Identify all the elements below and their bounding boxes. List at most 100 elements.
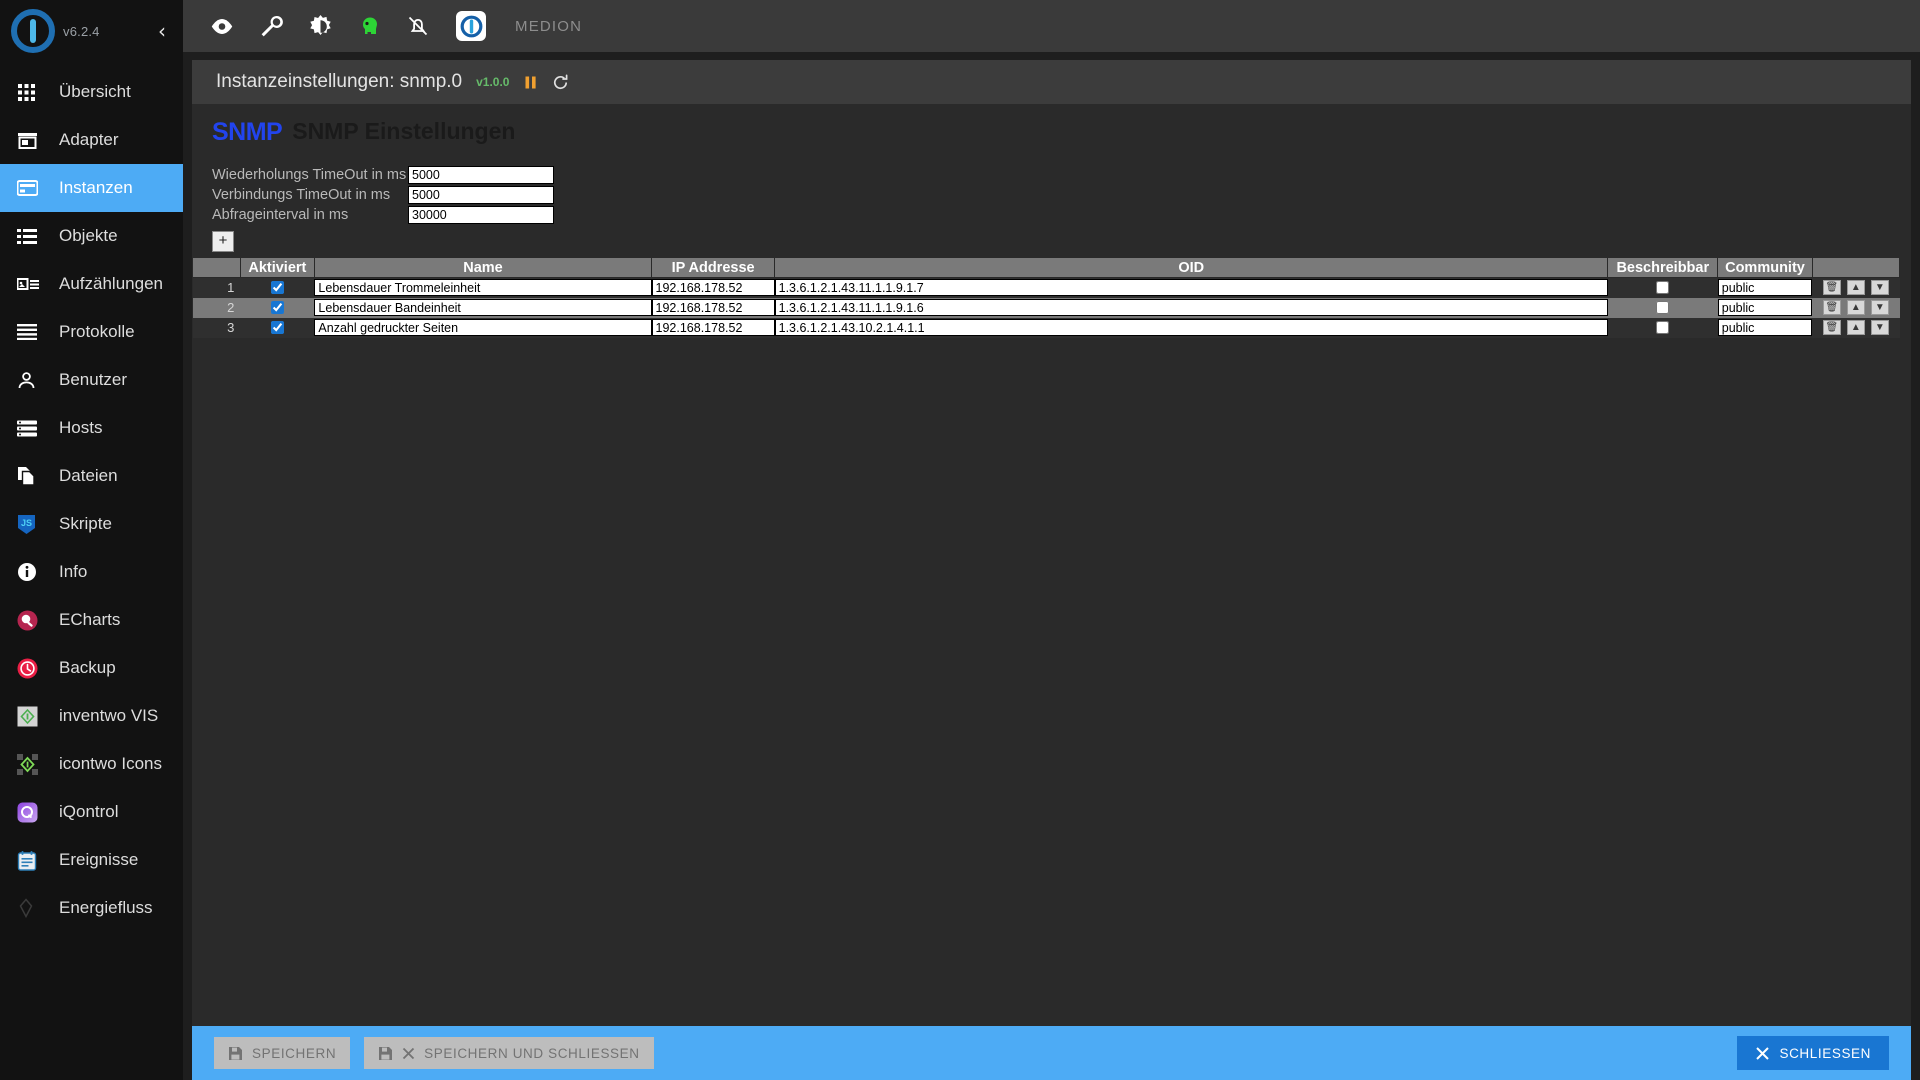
eye-icon[interactable] xyxy=(209,13,235,39)
sidebar-item-ereignisse[interactable]: Ereignisse xyxy=(0,836,183,884)
info-icon xyxy=(17,562,47,582)
sidebar-item-aufzaehlungen[interactable]: Aufzählungen xyxy=(0,260,183,308)
retry-timeout-input[interactable] xyxy=(408,166,554,184)
table-header: Aktiviert Name IP Addresse OID Beschreib… xyxy=(192,257,1901,278)
table-row[interactable]: 3 Anzahl gedruckter Seiten 192.168.178.5… xyxy=(192,317,1900,338)
sidebar-item-uebersicht[interactable]: Übersicht xyxy=(0,68,183,116)
row-oid-input[interactable] xyxy=(774,299,1608,316)
table-row[interactable]: 2 Lebensdauer Bandeinheit 192.168.178.52… xyxy=(192,297,1900,318)
sidebar-item-energiefluss[interactable]: Energiefluss xyxy=(0,884,183,932)
svg-text:JS: JS xyxy=(21,518,32,528)
sidebar-item-benutzer[interactable]: Benutzer xyxy=(0,356,183,404)
sidebar-item-backup[interactable]: Backup xyxy=(0,644,183,692)
row-enabled-checkbox[interactable] xyxy=(270,281,284,295)
top-toolbar: MEDION xyxy=(183,0,1920,52)
sidebar-item-objekte[interactable]: Objekte xyxy=(0,212,183,260)
row-community-input[interactable] xyxy=(1717,279,1813,297)
row-oid-input[interactable] xyxy=(774,319,1608,336)
notifications-off-icon[interactable] xyxy=(405,13,431,39)
save-and-close-button[interactable]: SPEICHERN UND SCHLIESSEN xyxy=(364,1037,654,1069)
delete-icon[interactable]: 🗑 xyxy=(1822,280,1841,296)
row-community-input[interactable] xyxy=(1717,299,1813,316)
save-label: SPEICHERN xyxy=(252,1045,337,1061)
field-label: Wiederholungs TimeOut in ms xyxy=(212,167,407,183)
javascript-icon: JS xyxy=(17,514,47,535)
sidebar-item-info[interactable]: Info xyxy=(0,548,183,596)
refresh-icon[interactable] xyxy=(552,74,569,91)
row-ip-input[interactable] xyxy=(651,319,775,336)
sidebar-label: Info xyxy=(59,562,88,581)
col-beschreibbar: Beschreibbar xyxy=(1607,257,1719,278)
move-up-icon[interactable]: ▲ xyxy=(1846,300,1865,315)
row-community-cell xyxy=(1717,317,1813,338)
move-up-icon[interactable]: ▲ xyxy=(1846,280,1865,296)
row-community-cell xyxy=(1717,277,1813,298)
row-enabled-checkbox[interactable] xyxy=(270,300,284,314)
sidebar-label: Protokolle xyxy=(59,322,135,341)
files-icon xyxy=(17,466,47,486)
row-ip-input[interactable] xyxy=(651,299,775,316)
poll-interval-input[interactable] xyxy=(408,206,554,224)
sidebar-item-protokolle[interactable]: Protokolle xyxy=(0,308,183,356)
sidebar-label: inventwo VIS xyxy=(59,706,159,725)
sidebar-item-dateien[interactable]: Dateien xyxy=(0,452,183,500)
row-community-input[interactable] xyxy=(1717,319,1813,336)
row-enabled-cell xyxy=(240,317,315,338)
sidebar-item-skripte[interactable]: JS Skripte xyxy=(0,500,183,548)
pause-icon[interactable] xyxy=(523,75,538,90)
sidebar-label: Backup xyxy=(59,658,116,677)
wrench-icon[interactable] xyxy=(258,13,284,39)
row-writable-checkbox[interactable] xyxy=(1656,320,1670,334)
connection-timeout-input[interactable] xyxy=(408,186,554,204)
delete-icon[interactable]: 🗑 xyxy=(1822,300,1841,315)
sidebar-item-echarts[interactable]: ECharts xyxy=(0,596,183,644)
row-name-input[interactable] xyxy=(314,319,652,336)
row-name-input[interactable] xyxy=(314,279,652,297)
events-icon xyxy=(17,850,47,871)
save-button[interactable]: SPEICHERN xyxy=(214,1037,351,1069)
sidebar-label: Übersicht xyxy=(59,82,131,101)
sidebar-item-iqontrol[interactable]: iQontrol xyxy=(0,788,183,836)
echarts-icon xyxy=(17,610,47,631)
sidebar-item-adapter[interactable]: Adapter xyxy=(0,116,183,164)
table-row[interactable]: 1 Lebensdauer Trommeleinheit 192.168.178… xyxy=(192,277,1900,298)
sidebar-item-icontwo-icons[interactable]: icontwo Icons xyxy=(0,740,183,788)
row-name-input[interactable] xyxy=(314,299,652,316)
row-actions-cell: 🗑 ▲ ▼ xyxy=(1812,297,1900,318)
row-oid-cell xyxy=(774,317,1608,338)
brightness-icon[interactable] xyxy=(307,13,333,39)
expert-mode-icon[interactable] xyxy=(356,13,382,39)
move-down-icon[interactable]: ▼ xyxy=(1870,320,1889,335)
row-oid-input[interactable] xyxy=(774,279,1608,297)
add-row-button[interactable]: + xyxy=(212,231,234,252)
close-label: SCHLIESSEN xyxy=(1779,1045,1871,1061)
sidebar-label: Benutzer xyxy=(59,370,128,389)
col-aktiviert: Aktiviert xyxy=(239,257,315,278)
row-actions-cell: 🗑 ▲ ▼ xyxy=(1812,277,1900,298)
row-writable-checkbox[interactable] xyxy=(1656,281,1670,295)
backup-icon xyxy=(17,658,47,679)
host-name: MEDION xyxy=(515,17,583,35)
row-oid-cell xyxy=(774,277,1608,298)
sidebar-item-instanzen[interactable]: Instanzen xyxy=(0,164,183,212)
row-index: 3 xyxy=(192,317,241,338)
move-up-icon[interactable]: ▲ xyxy=(1846,320,1865,335)
sidebar-item-hosts[interactable]: Hosts xyxy=(0,404,183,452)
table-body: 1 Lebensdauer Trommeleinheit 192.168.178… xyxy=(192,277,1900,338)
delete-icon[interactable]: 🗑 xyxy=(1822,320,1841,335)
close-icon xyxy=(1755,1046,1770,1061)
row-ip-input[interactable] xyxy=(651,279,775,297)
row-writable-checkbox[interactable] xyxy=(1656,300,1670,314)
iobroker-logo-icon[interactable] xyxy=(456,11,486,41)
col-ip-address: IP Addresse xyxy=(651,257,776,278)
main-area: MEDION Instanzeinstellungen: snmp.0 v1.0… xyxy=(183,0,1920,1080)
row-name-cell xyxy=(314,297,652,318)
col-oid: OID xyxy=(774,257,1609,278)
sidebar-item-inventwo-vis[interactable]: inventwo VIS xyxy=(0,692,183,740)
move-down-icon[interactable]: ▼ xyxy=(1870,300,1889,315)
sidebar-collapse-button[interactable]: ‹ xyxy=(158,21,166,41)
move-down-icon[interactable]: ▼ xyxy=(1870,280,1889,296)
iqontrol-icon xyxy=(17,802,47,823)
row-enabled-checkbox[interactable] xyxy=(270,320,284,334)
close-button[interactable]: SCHLIESSEN xyxy=(1737,1036,1889,1070)
